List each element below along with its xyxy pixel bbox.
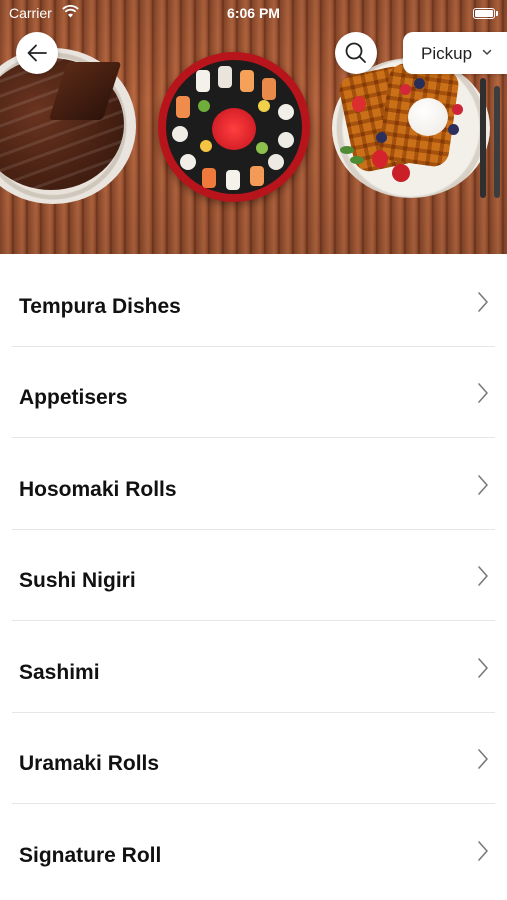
sushi-piece bbox=[180, 154, 196, 170]
category-row-signature-roll[interactable]: Signature Roll bbox=[0, 803, 507, 895]
sushi-piece bbox=[278, 104, 294, 120]
raspberry bbox=[400, 84, 411, 95]
battery-icon bbox=[473, 8, 498, 19]
status-bar: Carrier 6:06 PM bbox=[0, 0, 507, 26]
knife bbox=[494, 86, 500, 198]
search-button[interactable] bbox=[335, 32, 377, 74]
category-list: Tempura Dishes Appetisers Hosomaki Rolls… bbox=[0, 254, 507, 895]
sushi-piece bbox=[172, 126, 188, 142]
category-label: Appetisers bbox=[19, 386, 128, 410]
raspberry bbox=[452, 104, 463, 115]
category-row-sashimi[interactable]: Sashimi bbox=[0, 620, 507, 712]
hero-banner-image: Carrier 6:06 PM Pickup bbox=[0, 0, 507, 254]
sushi-piece bbox=[226, 170, 240, 190]
sushi-piece bbox=[196, 70, 210, 92]
search-icon bbox=[345, 42, 366, 63]
pickup-label: Pickup bbox=[421, 44, 473, 63]
fork bbox=[480, 78, 486, 198]
sushi-piece bbox=[278, 132, 294, 148]
category-label: Hosomaki Rolls bbox=[19, 477, 177, 501]
sushi-piece bbox=[268, 154, 284, 170]
chevron-right-icon bbox=[478, 566, 488, 587]
category-row-hosomaki-rolls[interactable]: Hosomaki Rolls bbox=[0, 437, 507, 529]
sushi-piece bbox=[258, 100, 270, 112]
chevron-down-icon bbox=[482, 49, 492, 55]
blueberry bbox=[448, 124, 459, 135]
blueberry bbox=[376, 132, 387, 143]
sushi-piece bbox=[202, 168, 216, 188]
strawberry bbox=[352, 96, 366, 112]
sushi-center-roe bbox=[212, 108, 256, 150]
sushi-piece bbox=[218, 66, 232, 88]
sushi-piece bbox=[262, 78, 276, 100]
chevron-right-icon bbox=[478, 291, 488, 312]
blueberry bbox=[414, 78, 425, 89]
sushi-piece bbox=[240, 70, 254, 92]
chevron-right-icon bbox=[478, 474, 488, 495]
category-row-appetisers[interactable]: Appetisers bbox=[0, 345, 507, 438]
category-label: Sushi Nigiri bbox=[19, 569, 136, 593]
category-label: Signature Roll bbox=[19, 843, 162, 867]
mint-leaf bbox=[350, 156, 364, 164]
strawberry bbox=[372, 150, 388, 168]
sushi-piece bbox=[176, 96, 190, 118]
chevron-right-icon bbox=[478, 383, 488, 404]
category-row-tempura-dishes[interactable]: Tempura Dishes bbox=[0, 254, 507, 346]
ice-cream-scoop bbox=[408, 98, 448, 136]
category-label: Tempura Dishes bbox=[19, 294, 181, 318]
sushi-piece bbox=[200, 140, 212, 152]
chevron-right-icon bbox=[478, 657, 488, 678]
category-row-sushi-nigiri[interactable]: Sushi Nigiri bbox=[0, 528, 507, 621]
sushi-piece bbox=[256, 142, 268, 154]
category-label: Sashimi bbox=[19, 660, 100, 684]
chevron-right-icon bbox=[478, 840, 488, 861]
arrow-left-icon bbox=[27, 44, 47, 62]
sushi-piece bbox=[250, 166, 264, 186]
sushi-piece bbox=[198, 100, 210, 112]
back-button[interactable] bbox=[16, 32, 58, 74]
pickup-dropdown[interactable]: Pickup bbox=[403, 32, 507, 74]
strawberry bbox=[392, 164, 410, 182]
mint-leaf bbox=[340, 146, 354, 154]
clock-label: 6:06 PM bbox=[227, 5, 280, 21]
chevron-right-icon bbox=[478, 749, 488, 770]
category-label: Uramaki Rolls bbox=[19, 752, 160, 776]
category-row-uramaki-rolls[interactable]: Uramaki Rolls bbox=[0, 711, 507, 804]
